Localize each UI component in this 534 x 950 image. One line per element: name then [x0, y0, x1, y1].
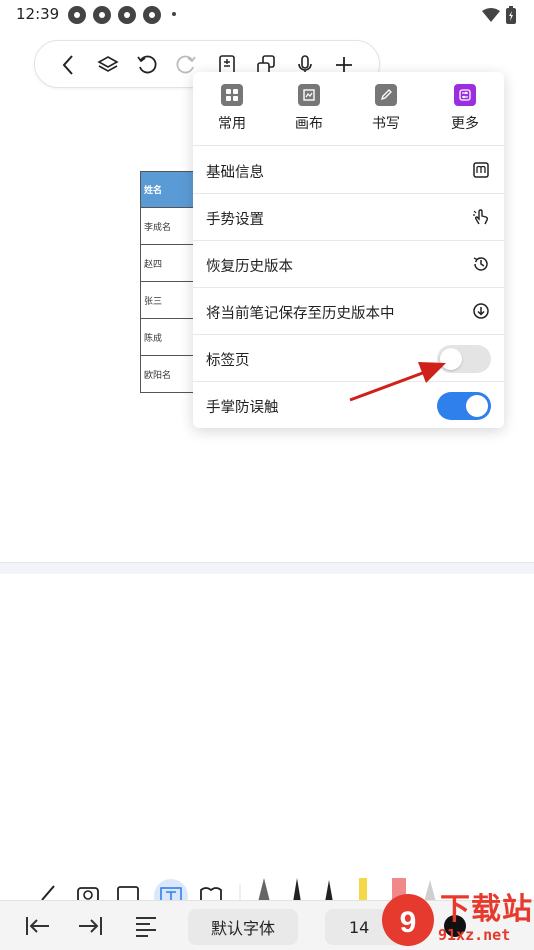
- undo-icon[interactable]: [135, 53, 159, 77]
- status-bar: 12:39: [0, 0, 534, 30]
- table-cell: 张三: [140, 281, 200, 319]
- menu-item-label: 恢复历史版本: [206, 259, 293, 275]
- indent-icon[interactable]: [77, 915, 103, 937]
- pen-icon: [375, 84, 397, 106]
- back-icon[interactable]: [57, 53, 81, 77]
- outdent-icon[interactable]: [25, 915, 51, 937]
- grid-icon: [221, 84, 243, 106]
- canvas-icon: [298, 84, 320, 106]
- battery-icon: [506, 6, 516, 24]
- svg-text:9: 9: [400, 906, 417, 939]
- download-circle-icon: [473, 303, 489, 319]
- highlighter-tool-icon[interactable]: [359, 878, 367, 902]
- status-right: [482, 6, 516, 24]
- tab-label: 画布: [295, 116, 323, 132]
- tab-canvas[interactable]: 画布: [279, 84, 339, 133]
- watermark-emblem: 9: [382, 894, 434, 946]
- notification-icons: [68, 6, 161, 24]
- app-notification-icon: [143, 6, 161, 24]
- menu-item-label: 手掌防误触: [206, 400, 279, 416]
- menu-item-restore-history[interactable]: 恢复历史版本: [193, 241, 504, 288]
- table-cell: 赵四: [140, 244, 200, 282]
- watermark-logo: 9 下载站 91xz.net: [378, 882, 534, 950]
- more-notifications-dot: [172, 12, 176, 16]
- tab-label: 常用: [218, 116, 246, 132]
- table-cell: 李成名: [140, 207, 200, 245]
- note-table[interactable]: 姓名 李成名 赵四 张三 陈成 欧阳名: [140, 171, 200, 393]
- menu-tab-bar: 常用 画布 书写 更多: [193, 72, 504, 146]
- menu-item-gesture-settings[interactable]: 手势设置: [193, 194, 504, 241]
- info-book-icon: [473, 162, 489, 178]
- table-cell: 陈成: [140, 318, 200, 356]
- align-left-icon[interactable]: [134, 915, 158, 937]
- font-family-button[interactable]: 默认字体: [188, 909, 298, 945]
- tab-common[interactable]: 常用: [202, 84, 262, 133]
- tab-writing[interactable]: 书写: [356, 84, 416, 133]
- fineliner-pen-tool-icon[interactable]: [293, 878, 301, 902]
- menu-item-basic-info[interactable]: 基础信息: [193, 147, 504, 194]
- more-settings-icon: [454, 84, 476, 106]
- status-time: 12:39: [16, 5, 60, 23]
- layers-icon[interactable]: [96, 53, 120, 77]
- table-header-cell: 姓名: [140, 171, 200, 208]
- gesture-hand-icon: [473, 209, 489, 225]
- font-size-value: 14: [349, 917, 370, 937]
- watermark-title: 下载站: [440, 892, 533, 927]
- ballpoint-pen-tool-icon[interactable]: [325, 880, 333, 902]
- history-icon: [473, 257, 488, 271]
- text-box-tool-icon[interactable]: [154, 879, 188, 902]
- menu-item-label: 将当前笔记保存至历史版本中: [206, 306, 395, 322]
- menu-item-label: 基础信息: [206, 165, 264, 181]
- app-notification-icon: [93, 6, 111, 24]
- watermark-domain: 91xz.net: [438, 926, 511, 944]
- tab-label: 更多: [451, 116, 479, 132]
- table-cell: 欧阳名: [140, 355, 200, 393]
- pencil-tool-icon[interactable]: [41, 885, 55, 901]
- menu-item-label: 手势设置: [206, 212, 264, 228]
- wifi-icon: [482, 8, 500, 22]
- annotation-arrow: [349, 362, 446, 402]
- app-notification-icon: [118, 6, 136, 24]
- app-notification-icon: [68, 6, 86, 24]
- fountain-pen-tool-icon[interactable]: [258, 878, 270, 902]
- menu-item-save-history[interactable]: 将当前笔记保存至历史版本中: [193, 288, 504, 335]
- menu-item-label: 标签页: [206, 353, 250, 369]
- tab-more[interactable]: 更多: [435, 84, 495, 133]
- page-separator: [0, 562, 534, 574]
- tab-label: 书写: [372, 116, 400, 132]
